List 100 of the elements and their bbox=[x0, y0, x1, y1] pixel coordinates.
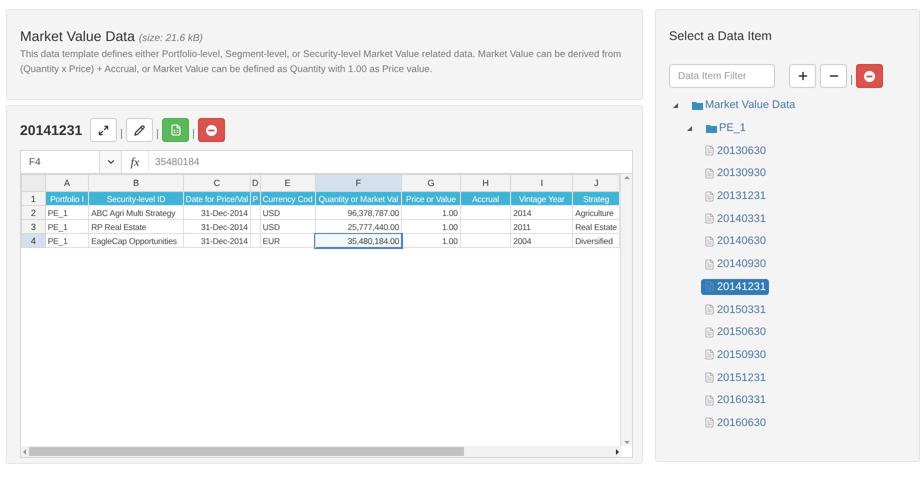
tree-item[interactable]: 20150930 bbox=[701, 346, 769, 363]
tree-item[interactable]: 20130930 bbox=[701, 165, 769, 182]
header-cell: Quantity or Market Val bbox=[315, 192, 402, 206]
header-cell: Accrual bbox=[460, 192, 511, 206]
scroll-up-icon[interactable] bbox=[622, 174, 630, 182]
tree-item[interactable]: 20160331 bbox=[701, 392, 769, 408]
row-number[interactable]: 3 bbox=[22, 220, 46, 234]
table-cell[interactable]: 2011 bbox=[510, 220, 573, 234]
tree-item[interactable]: 20130630 bbox=[701, 142, 769, 159]
column-header[interactable]: I bbox=[510, 174, 573, 192]
table-cell[interactable]: EagleCap Opportunities bbox=[88, 234, 184, 248]
file-icon bbox=[704, 236, 715, 247]
row-number[interactable]: 2 bbox=[22, 206, 46, 220]
row-number[interactable]: 4 bbox=[22, 234, 46, 248]
table-cell[interactable]: 96,378,787.00 bbox=[315, 206, 402, 220]
scroll-right-icon[interactable] bbox=[613, 448, 621, 456]
table-cell[interactable] bbox=[250, 220, 260, 234]
header-cell: Strateg bbox=[572, 192, 620, 206]
header-cell: Price or Value bbox=[402, 192, 460, 206]
column-header[interactable]: C bbox=[183, 174, 250, 192]
column-header[interactable]: A bbox=[45, 174, 89, 192]
export-button[interactable] bbox=[162, 118, 190, 142]
table-cell[interactable] bbox=[460, 206, 511, 220]
table-cell[interactable] bbox=[250, 206, 260, 220]
table-cell[interactable]: USD bbox=[260, 220, 315, 234]
table-cell[interactable]: 2014 bbox=[510, 206, 573, 220]
table-cell[interactable]: 1.00 bbox=[402, 234, 460, 248]
tree-item[interactable]: 20150630 bbox=[701, 324, 769, 340]
expand-triangle-icon[interactable] bbox=[687, 126, 692, 131]
expand-triangle-icon[interactable] bbox=[673, 102, 678, 108]
tree-item[interactable]: 20140630 bbox=[701, 233, 769, 250]
table-cell[interactable]: PE_1 bbox=[45, 234, 89, 248]
plus-icon bbox=[796, 70, 808, 82]
tree-item[interactable]: 20151231 bbox=[701, 370, 769, 386]
tree-item[interactable]: 20150331 bbox=[701, 302, 769, 318]
table-cell[interactable] bbox=[250, 234, 260, 248]
file-icon bbox=[704, 372, 715, 384]
table-cell[interactable]: 1.00 bbox=[402, 206, 460, 220]
file-icon bbox=[704, 304, 715, 316]
table-cell[interactable]: PE_1 bbox=[45, 220, 89, 234]
filter-field[interactable]: Data Item Filter bbox=[669, 64, 775, 88]
file-icon bbox=[704, 145, 715, 156]
file-icon bbox=[704, 417, 715, 428]
cell-reference-field[interactable]: F4 bbox=[21, 151, 99, 173]
remove-button[interactable] bbox=[856, 64, 883, 88]
spreadsheet-icon bbox=[170, 124, 182, 136]
table-cell[interactable]: 31-Dec-2014 bbox=[183, 220, 250, 234]
tree-item[interactable]: 20160630 bbox=[701, 414, 769, 431]
edit-button[interactable] bbox=[126, 118, 154, 142]
folder-icon bbox=[692, 100, 703, 110]
panel-title: Select a Data Item bbox=[669, 29, 773, 43]
column-header[interactable]: F bbox=[315, 174, 402, 192]
table-cell[interactable]: USD bbox=[260, 206, 315, 220]
table-cell[interactable]: ABC Agri Multi Strategy bbox=[88, 206, 184, 220]
table-cell[interactable]: 31-Dec-2014 bbox=[183, 206, 250, 220]
table-cell[interactable]: PE_1 bbox=[45, 206, 89, 220]
column-header[interactable]: J bbox=[572, 174, 620, 192]
column-header[interactable]: G bbox=[402, 174, 460, 192]
tree-item[interactable]: 20140930 bbox=[701, 256, 769, 272]
table-cell[interactable]: 31-Dec-2014 bbox=[183, 234, 250, 248]
row-number[interactable]: 1 bbox=[22, 192, 46, 206]
table-cell[interactable] bbox=[460, 234, 511, 248]
expand-all-button[interactable] bbox=[789, 64, 816, 88]
folder-icon bbox=[706, 124, 717, 133]
column-header[interactable]: H bbox=[460, 174, 511, 192]
template-description: This data template defines either Portfolio-level, Segment-level, or Security-level Market Value related data. Market Value can be derived from (Quantity x Price) + Accrual, or Market Value can be defined as Quantity with 1.00 as Price value. bbox=[20, 48, 622, 77]
file-icon bbox=[704, 213, 715, 224]
expand-button[interactable] bbox=[90, 118, 118, 142]
tree-item[interactable]: 20141231 bbox=[701, 278, 769, 295]
header-cell: Security-level ID bbox=[88, 192, 184, 206]
table-cell[interactable]: 2004 bbox=[510, 234, 573, 248]
header-cell: Portfolio I bbox=[45, 192, 89, 206]
file-icon bbox=[704, 326, 715, 338]
template-title: Market Value Data bbox=[20, 28, 135, 44]
file-icon bbox=[704, 168, 715, 179]
header-cell: Vintage Year bbox=[510, 192, 573, 206]
column-header[interactable]: E bbox=[260, 174, 315, 192]
tree-item[interactable]: 20131231 bbox=[701, 188, 769, 204]
table-cell[interactable] bbox=[460, 220, 511, 234]
file-icon bbox=[704, 258, 715, 270]
formula-field[interactable]: 35480184 bbox=[149, 151, 200, 173]
vertical-scrollbar[interactable] bbox=[620, 174, 632, 446]
file-icon bbox=[704, 190, 715, 202]
table-cell[interactable]: RP Real Estate bbox=[88, 220, 184, 234]
file-icon bbox=[704, 349, 715, 360]
scroll-left-icon[interactable] bbox=[21, 448, 29, 456]
dropdown-icon[interactable] bbox=[106, 157, 116, 167]
column-header[interactable]: B bbox=[88, 174, 184, 192]
tree-item[interactable]: PE_1 bbox=[703, 120, 749, 136]
expand-icon bbox=[98, 124, 110, 136]
table-cell[interactable]: 35,480,184.00 bbox=[315, 234, 402, 248]
remove-button[interactable] bbox=[198, 118, 226, 142]
horizontal-scrollbar[interactable] bbox=[21, 446, 621, 457]
tree-item[interactable]: Market Value Data bbox=[689, 97, 798, 114]
column-header[interactable]: D bbox=[250, 174, 260, 192]
item-title: 20141231 bbox=[20, 122, 82, 138]
header-cell: Date for Price/Val bbox=[183, 192, 250, 206]
table-cell[interactable]: 1.00 bbox=[402, 220, 460, 234]
tree-item[interactable]: 20140331 bbox=[701, 210, 769, 227]
header-cell: Currency Cod bbox=[260, 192, 315, 206]
